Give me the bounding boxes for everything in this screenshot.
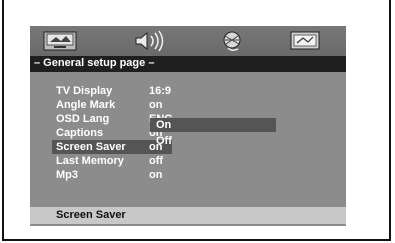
setup-category-bar (30, 26, 346, 56)
page-title-bar: – General setup page – (30, 56, 346, 72)
setting-value: on (149, 169, 163, 181)
page-title: – General setup page – (34, 57, 155, 69)
option-label: Off (156, 135, 172, 147)
setting-row-tv-display[interactable]: TV Display 16:9 (30, 84, 346, 98)
setting-value: off (149, 155, 164, 167)
option-off[interactable]: Off (150, 134, 276, 148)
status-bar: Screen Saver (30, 207, 346, 224)
status-text: Screen Saver (56, 209, 126, 221)
setting-label: Captions (56, 127, 104, 139)
setting-row-last-memory[interactable]: Last Memory off (30, 154, 346, 168)
option-label: On (156, 119, 172, 131)
setting-label: OSD Lang (56, 113, 110, 125)
setting-value: 16:9 (149, 85, 172, 97)
preference-setup-icon[interactable] (288, 30, 324, 52)
setting-label: Angle Mark (56, 99, 116, 111)
setting-value: on (149, 99, 163, 111)
general-setup-icon[interactable] (42, 30, 78, 52)
setting-label: TV Display (56, 85, 113, 97)
setting-label: Last Memory (56, 155, 124, 167)
setting-label: Mp3 (56, 169, 78, 181)
setting-row-angle-mark[interactable]: Angle Mark on (30, 98, 346, 112)
audio-setup-icon[interactable] (132, 30, 168, 52)
setting-row-mp3[interactable]: Mp3 on (30, 168, 346, 182)
option-on[interactable]: On (150, 118, 276, 132)
video-setup-icon[interactable] (214, 30, 250, 52)
setting-label: Screen Saver (56, 141, 126, 153)
